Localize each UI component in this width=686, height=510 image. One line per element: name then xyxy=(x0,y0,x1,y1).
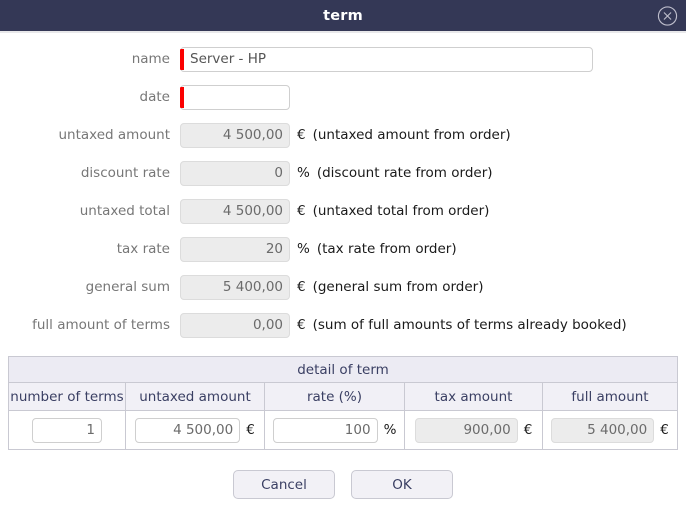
cell-untaxed-amount: € xyxy=(125,410,265,450)
label-tax-rate: tax rate xyxy=(116,241,170,257)
discount-rate-input xyxy=(180,160,290,186)
column-header-rate: rate (%) xyxy=(264,382,405,411)
discount-rate-hint: (discount rate from order) xyxy=(316,165,493,181)
general-sum-input-wrap: € (general sum from order) xyxy=(180,274,484,300)
untaxed-total-unit: € xyxy=(297,203,306,219)
label-general-sum: general sum xyxy=(85,279,170,295)
discount-rate-unit: % xyxy=(297,165,310,181)
label-discount-rate: discount rate xyxy=(80,165,170,181)
label-date: date xyxy=(139,89,170,105)
term-form: name date untaxed amount € (untaxed amou… xyxy=(0,40,686,344)
general-sum-input xyxy=(180,274,290,300)
cell-full-amount: € xyxy=(541,410,679,450)
cell-tax-amount: € xyxy=(404,410,543,450)
cell-rate-box: % xyxy=(265,417,404,443)
form-row-discount-rate: discount rate % (discount rate from orde… xyxy=(0,154,686,192)
column-header-tax-amount: tax amount xyxy=(404,382,543,411)
table-header-row: number of terms untaxed amount rate (%) … xyxy=(8,382,679,411)
cell-rate: % xyxy=(264,410,405,450)
form-row-general-sum: general sum € (general sum from order) xyxy=(0,268,686,306)
cell-number-of-terms xyxy=(8,410,126,450)
column-header-full-amount: full amount xyxy=(541,382,679,411)
cell-full-amount-box: € xyxy=(543,417,677,443)
untaxed-total-input xyxy=(180,198,290,224)
row-rate-input[interactable] xyxy=(272,417,378,443)
row-untaxed-amount-unit: € xyxy=(246,422,255,438)
full-amount-of-terms-unit: € xyxy=(297,317,306,333)
general-sum-hint: (general sum from order) xyxy=(312,279,484,295)
form-row-tax-rate: tax rate % (tax rate from order) xyxy=(0,230,686,268)
table-row: € % € € xyxy=(8,410,679,450)
form-row-full-amount-of-terms: full amount of terms € (sum of full amou… xyxy=(0,306,686,344)
number-of-terms-input[interactable] xyxy=(32,417,102,443)
dialog-titlebar: term xyxy=(0,0,686,31)
untaxed-amount-input xyxy=(180,122,290,148)
full-amount-of-terms-input xyxy=(180,312,290,338)
form-row-untaxed-amount: untaxed amount € (untaxed amount from or… xyxy=(0,116,686,154)
form-row-untaxed-total: untaxed total € (untaxed total from orde… xyxy=(0,192,686,230)
general-sum-unit: € xyxy=(297,279,306,295)
close-circle-icon[interactable] xyxy=(657,5,678,26)
tax-rate-input-wrap: % (tax rate from order) xyxy=(180,236,457,262)
required-marker-date xyxy=(180,86,184,108)
dialog-title: term xyxy=(323,7,363,24)
detail-table-title: detail of term xyxy=(7,356,679,383)
discount-rate-input-wrap: % (discount rate from order) xyxy=(180,160,493,186)
titlebar-divider xyxy=(0,31,686,33)
column-header-number-of-terms: number of terms xyxy=(8,382,126,411)
row-rate-unit: % xyxy=(383,422,397,438)
row-untaxed-amount-input[interactable] xyxy=(135,417,241,443)
row-tax-amount-input xyxy=(414,417,518,443)
name-input-wrap xyxy=(180,46,593,72)
label-name: name xyxy=(131,51,170,67)
tax-rate-input xyxy=(180,236,290,262)
tax-rate-hint: (tax rate from order) xyxy=(316,241,457,257)
tax-rate-unit: % xyxy=(297,241,310,257)
detail-of-term-table: detail of term number of terms untaxed a… xyxy=(7,356,679,450)
dialog-footer: Cancel OK xyxy=(0,470,686,499)
row-full-amount-input xyxy=(551,417,655,443)
untaxed-amount-unit: € xyxy=(297,127,306,143)
untaxed-total-input-wrap: € (untaxed total from order) xyxy=(180,198,490,224)
cell-number-of-terms-box xyxy=(9,417,125,443)
cancel-button[interactable]: Cancel xyxy=(233,470,335,499)
date-input-wrap xyxy=(180,84,290,110)
column-header-untaxed-amount: untaxed amount xyxy=(125,382,265,411)
date-input[interactable] xyxy=(180,84,290,110)
row-full-amount-unit: € xyxy=(660,422,669,438)
untaxed-amount-hint: (untaxed amount from order) xyxy=(312,127,511,143)
cell-tax-amount-box: € xyxy=(405,417,542,443)
untaxed-total-hint: (untaxed total from order) xyxy=(312,203,490,219)
untaxed-amount-input-wrap: € (untaxed amount from order) xyxy=(180,122,511,148)
row-tax-amount-unit: € xyxy=(523,422,533,438)
form-row-date: date xyxy=(0,78,686,116)
cell-untaxed-amount-box: € xyxy=(126,417,264,443)
table-title-row: detail of term xyxy=(7,356,679,383)
label-untaxed-total: untaxed total xyxy=(79,203,170,219)
full-amount-of-terms-input-wrap: € (sum of full amounts of terms already … xyxy=(180,312,627,338)
ok-button[interactable]: OK xyxy=(351,470,453,499)
label-full-amount-of-terms: full amount of terms xyxy=(32,317,170,333)
label-untaxed-amount: untaxed amount xyxy=(58,127,170,143)
name-input[interactable] xyxy=(180,46,593,72)
form-row-name: name xyxy=(0,40,686,78)
required-marker-name xyxy=(180,48,184,70)
full-amount-of-terms-hint: (sum of full amounts of terms already bo… xyxy=(312,317,627,333)
